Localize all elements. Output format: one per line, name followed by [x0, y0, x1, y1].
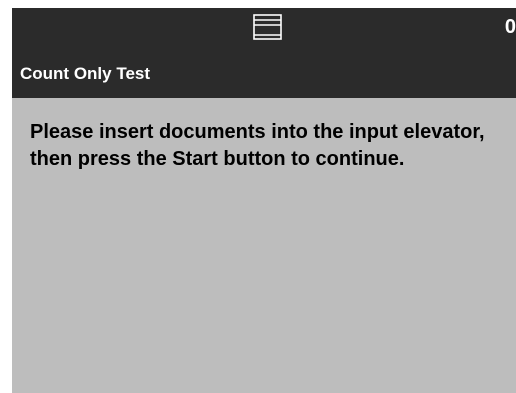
instruction-message: Please insert documents into the input e… — [30, 121, 485, 170]
title-bar: 0 Count Only Test — [12, 8, 516, 98]
device-screen: 0 Count Only Test Please insert document… — [12, 8, 516, 393]
feeder-tray-icon — [253, 14, 282, 40]
page-title: Count Only Test — [20, 64, 151, 83]
document-counter: 0 — [504, 16, 516, 38]
